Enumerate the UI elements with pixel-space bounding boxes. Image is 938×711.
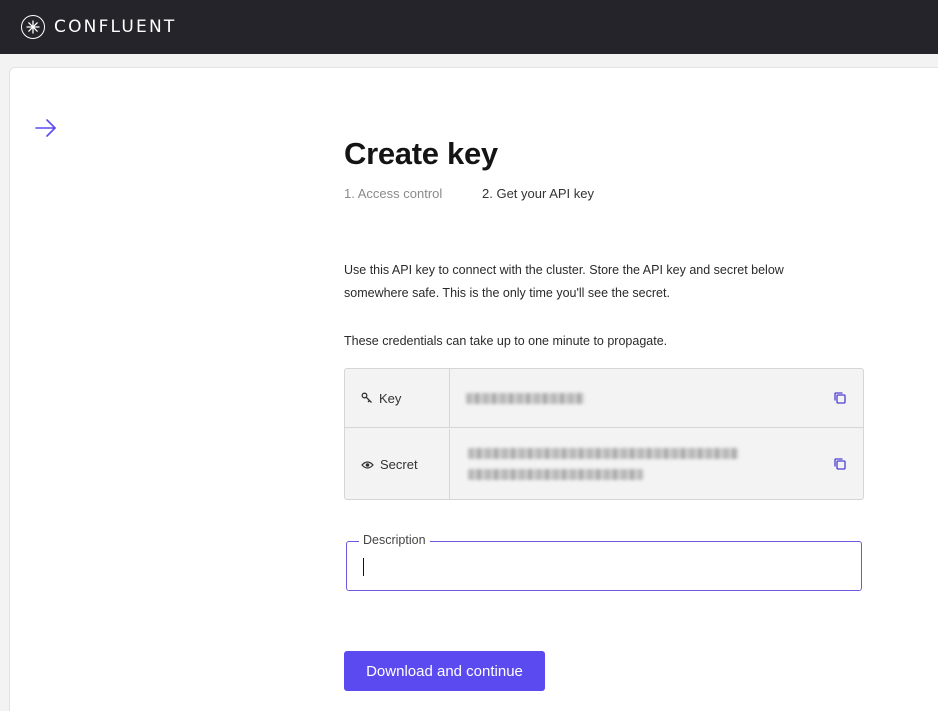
credential-row-secret: Secret (345, 429, 863, 499)
propagate-note: These credentials can take up to one min… (344, 334, 668, 348)
secret-value-redacted-line-1 (468, 448, 738, 459)
arrow-right-icon (35, 119, 56, 137)
secret-label-cell: Secret (345, 429, 450, 499)
step-access-control[interactable]: 1. Access control (344, 186, 482, 201)
description-field[interactable]: Description (346, 533, 862, 591)
page-title: Create key (344, 136, 498, 171)
key-label-cell: Key (345, 369, 450, 427)
text-caret (363, 558, 364, 576)
top-navigation-bar: CONFLUENT (0, 0, 938, 54)
credential-row-key: Key (345, 369, 863, 428)
expand-sidebar-button[interactable] (34, 117, 58, 139)
confluent-logo-icon[interactable] (21, 15, 45, 39)
secret-value (450, 429, 863, 499)
credentials-table: Key Secret (344, 368, 864, 500)
key-value (450, 369, 863, 427)
secret-value-redacted-line-2 (468, 469, 643, 480)
description-label: Description (359, 533, 430, 547)
key-value-redacted (466, 393, 584, 404)
key-icon (361, 392, 372, 403)
copy-key-button[interactable] (833, 391, 849, 407)
brand-name: CONFLUENT (54, 17, 177, 37)
secret-label: Secret (380, 457, 418, 472)
intro-text: Use this API key to connect with the clu… (344, 263, 784, 300)
step-get-api-key: 2. Get your API key (482, 186, 594, 201)
eye-icon (361, 460, 374, 469)
key-label: Key (379, 390, 402, 406)
copy-secret-button[interactable] (833, 457, 849, 473)
wizard-steps: 1. Access control 2. Get your API key (344, 186, 594, 201)
description-input[interactable] (361, 554, 841, 578)
copy-icon (834, 392, 846, 404)
download-and-continue-button[interactable]: Download and continue (344, 651, 545, 691)
copy-icon (834, 458, 846, 470)
